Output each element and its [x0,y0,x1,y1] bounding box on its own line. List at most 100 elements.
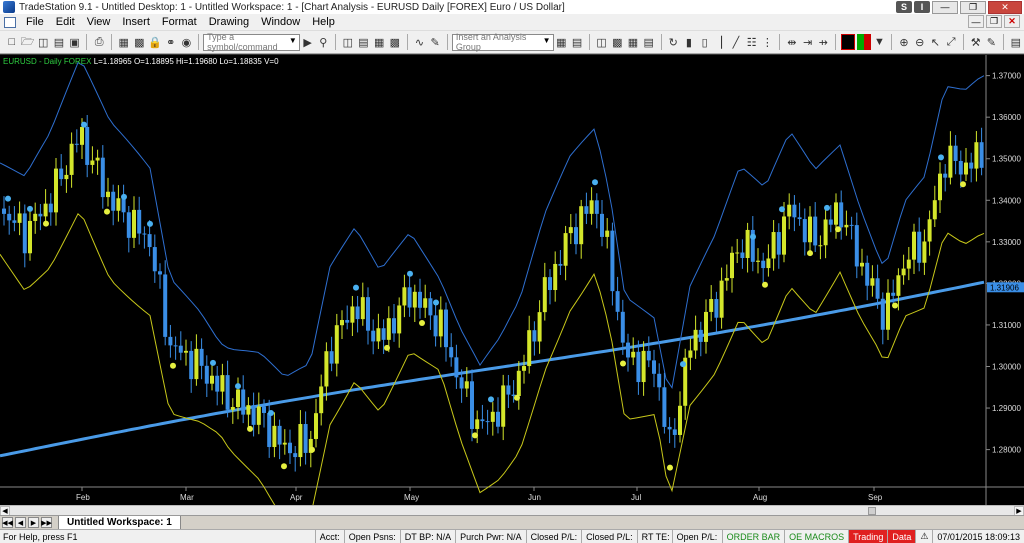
i-button[interactable]: I [914,1,930,13]
data-window-icon[interactable]: ▤ [357,34,371,50]
candle-body [600,213,604,237]
candle-body [225,375,230,410]
ohlc-bar-icon[interactable]: ⎥ [713,34,727,50]
candle-body [282,442,287,445]
analysis-technique-icon[interactable]: ∿ [413,34,427,50]
dropdown-icon[interactable]: ▼ [873,34,887,50]
candle-body [184,350,188,353]
candle-body [444,309,448,348]
menu-drawing[interactable]: Drawing [203,16,255,28]
bell-icon[interactable]: ⚠ [915,529,932,543]
open-workspace-icon[interactable]: ◫ [36,34,50,50]
compress-icon[interactable]: ⇸ [816,34,830,50]
candle-body [163,274,168,337]
candlestick-icon[interactable]: ▯ [698,34,712,50]
s-button[interactable]: S [896,1,912,13]
candle-body [875,278,880,299]
candle-body [314,413,318,439]
toolbar-options-icon[interactable]: ▤ [1009,34,1023,50]
chart-analysis-window[interactable]: EURUSD - Daily FOREX L=1.18965 O=1.18895… [0,54,1024,506]
line-chart-icon[interactable]: ╱ [729,34,743,50]
trading-status-badge[interactable]: Trading [848,529,888,543]
symbol-input[interactable]: Type a symbol/command ▼ [203,32,300,52]
background-color-icon[interactable] [840,34,855,50]
portfolio-icon[interactable]: ▤ [642,34,656,50]
go-arrow-icon[interactable]: ▶ [301,34,315,50]
analysis-group-select[interactable]: Insert an Analysis Group ▼ [451,32,554,52]
open-folder-icon[interactable]: 🗁 [21,34,35,50]
chevron-down-icon[interactable]: ▼ [289,36,297,45]
point-figure-icon[interactable]: ☷ [745,34,759,50]
pivot-low-dot [807,250,813,257]
desktop-icon[interactable]: ▩ [133,34,147,50]
new-icon[interactable]: □ [5,34,19,50]
strategy-icon[interactable]: ▦ [372,34,386,50]
chart-header: EURUSD - Daily FOREX L=1.18965 O=1.18895… [3,57,279,66]
minimize-button[interactable]: — [932,0,958,14]
save-as-icon[interactable]: ▣ [68,34,82,50]
analysis-group-icon[interactable]: ▦ [555,34,569,50]
next-tab-icon[interactable]: ▶ [28,517,39,528]
menu-help[interactable]: Help [306,16,341,28]
tools-icon[interactable]: ⚒ [969,34,983,50]
chart-plot[interactable]: 1.370001.360001.350001.340001.330001.320… [0,55,1024,506]
last-tab-icon[interactable]: ▶▶ [41,517,52,528]
scroll-right-icon[interactable]: ⇥ [801,34,815,50]
refresh-icon[interactable]: ↻ [666,34,680,50]
horizontal-scrollbar[interactable]: ◀ ▶ [0,505,1024,516]
menu-format[interactable]: Format [156,16,203,28]
bar-spacing-icon[interactable]: ⇹ [785,34,799,50]
menu-file[interactable]: File [20,16,50,28]
candle-body [376,328,381,342]
scrollbar-thumb[interactable] [868,507,876,515]
tab-untitled-workspace[interactable]: Untitled Workspace: 1 [58,515,181,530]
first-tab-icon[interactable]: ◀◀ [2,517,13,528]
bar-chart-icon[interactable]: ▮ [682,34,696,50]
chart-document-icon[interactable] [4,16,16,28]
matrix-icon[interactable]: ▩ [610,34,624,50]
crosshair-icon[interactable]: ⤢ [944,34,958,50]
menu-view[interactable]: View [81,16,117,28]
dot-chart-icon[interactable]: ⋮ [761,34,775,50]
menu-edit[interactable]: Edit [50,16,81,28]
order-bar-button[interactable]: ORDER BAR [721,529,785,543]
toolbar-separator [660,34,662,50]
edit-analysis-icon[interactable]: ✎ [428,34,442,50]
menu-insert[interactable]: Insert [116,16,156,28]
mdi-restore-button[interactable]: ❐ [986,15,1002,28]
chevron-down-icon[interactable]: ▼ [543,36,551,45]
zoom-in-icon[interactable]: ⊕ [897,34,911,50]
candle-body [28,220,32,254]
save-icon[interactable]: ▤ [52,34,66,50]
mdi-minimize-button[interactable]: — [968,15,984,28]
radar-screen-icon[interactable]: ▦ [626,34,640,50]
toolbar-separator [198,34,200,50]
candle-body [709,299,714,312]
chart-format-icon[interactable]: ◫ [341,34,355,50]
price-tick-label: 1.29000 [992,404,1021,413]
zoom-out-icon[interactable]: ⊖ [913,34,927,50]
pointer-icon[interactable]: ↖ [929,34,943,50]
mdi-close-button[interactable]: ✕ [1004,15,1020,28]
pivot-high-dot [121,193,127,200]
print-icon[interactable]: ⎙ [92,34,106,50]
prev-tab-icon[interactable]: ◀ [15,517,26,528]
symbol-lookup-icon[interactable]: ⚲ [316,34,330,50]
color-grid-icon[interactable] [856,34,871,50]
lock-icon[interactable]: 🔒 [148,34,162,50]
candle-body [256,406,261,425]
indicator-icon[interactable]: ▩ [388,34,402,50]
maximize-button[interactable]: ❐ [960,0,986,14]
chart-window-icon[interactable]: ◫ [595,34,609,50]
pivot-low-dot [762,281,768,288]
data-status-badge[interactable]: Data [887,529,916,543]
color-palette-icon[interactable]: ◉ [180,34,194,50]
drawing-tools-icon[interactable]: ✎ [984,34,998,50]
menu-window[interactable]: Window [255,16,306,28]
pivot-low-dot [281,463,287,470]
window-tile-icon[interactable]: ▦ [117,34,131,50]
oe-macros-button[interactable]: OE MACROS [784,529,848,543]
close-button[interactable]: ✕ [988,0,1022,14]
link-icon[interactable]: ⚭ [164,34,178,50]
analysis-group-save-icon[interactable]: ▤ [570,34,584,50]
